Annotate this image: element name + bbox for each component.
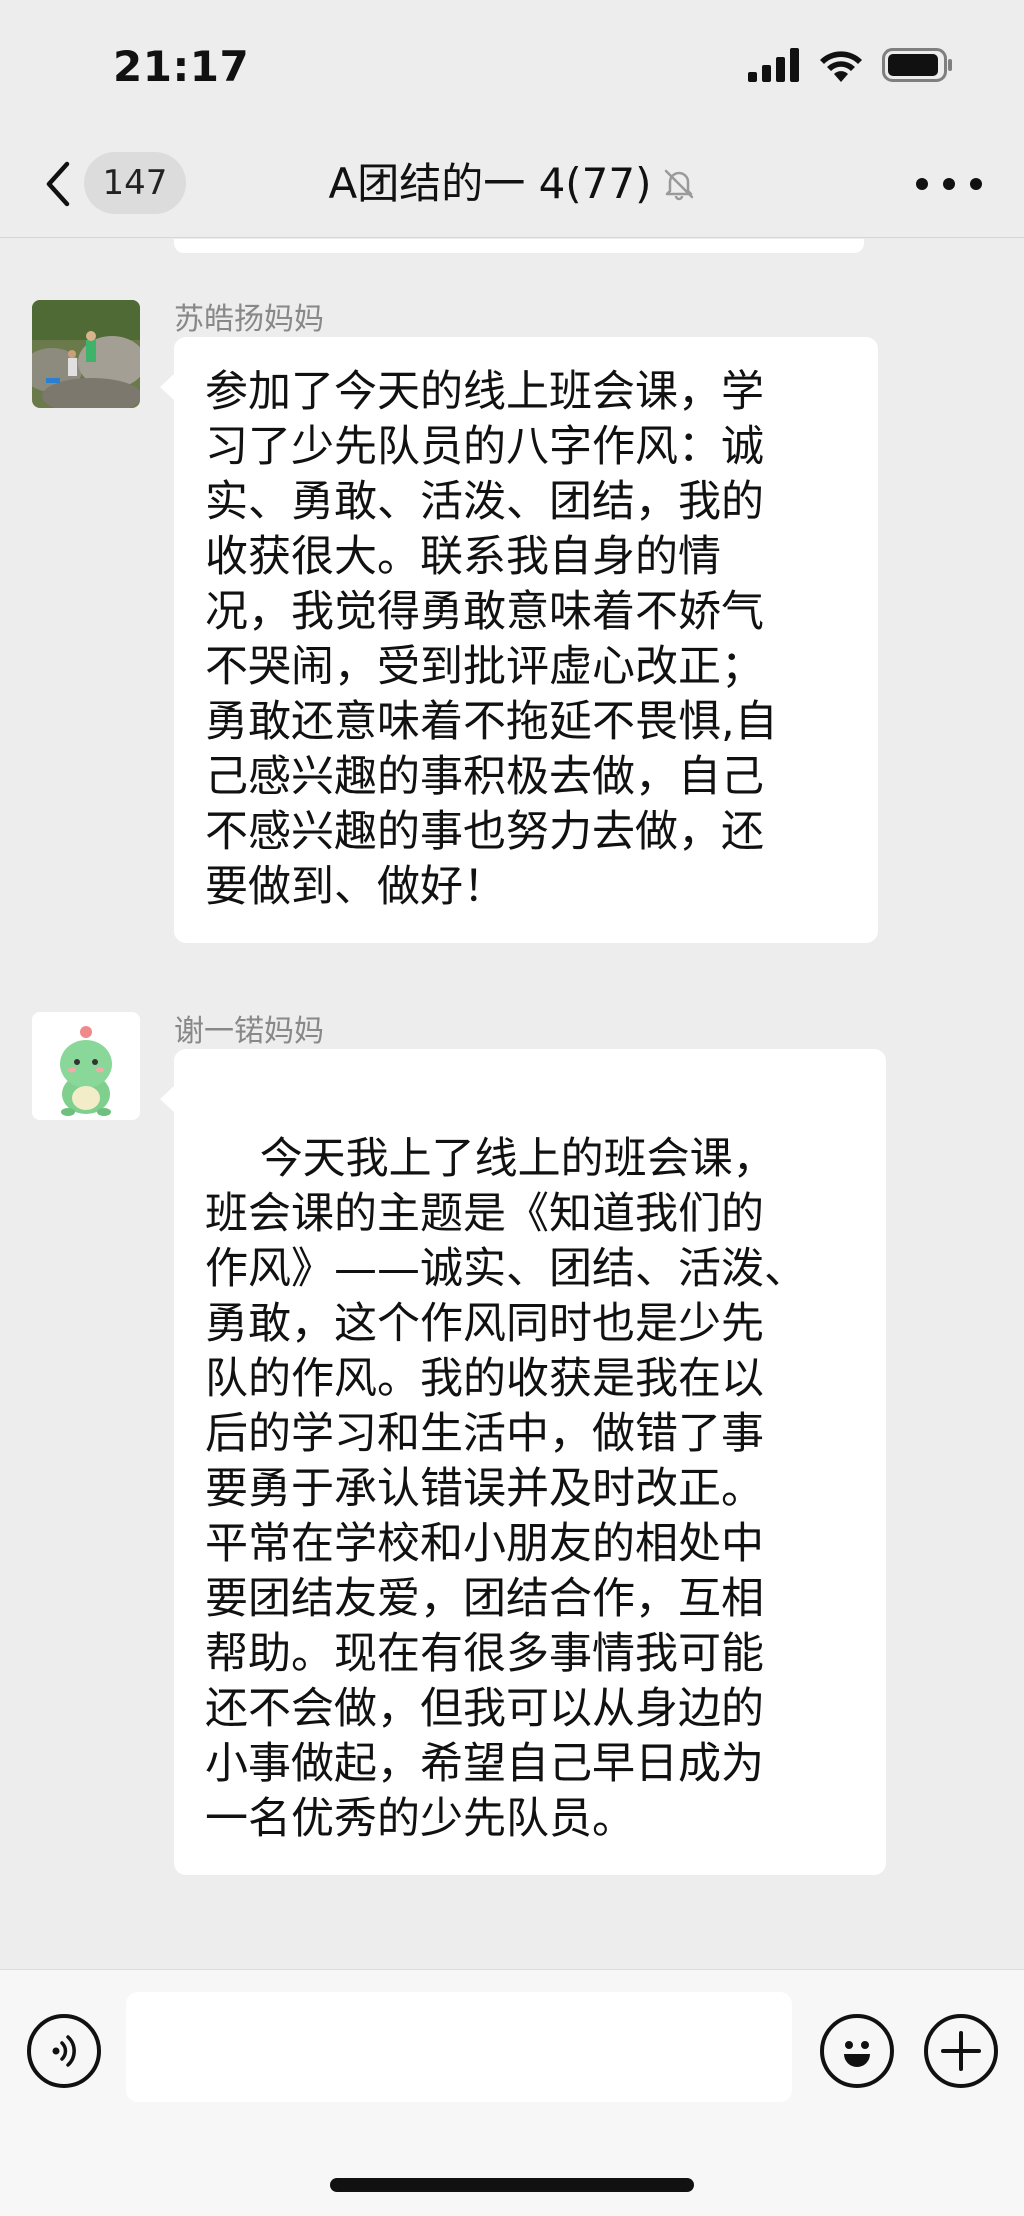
chat-title: A团结的一 4(77)	[328, 159, 652, 208]
avatar-photo	[32, 300, 140, 408]
plus-button[interactable]	[924, 2014, 998, 2088]
voice-icon	[52, 2035, 76, 2067]
home-indicator[interactable]	[330, 2178, 694, 2192]
sender-name: 苏皓扬妈妈	[174, 302, 324, 337]
chat-title-area: A团结的一 4(77)	[0, 154, 1024, 214]
signal-icon	[748, 48, 799, 82]
dinosaur-avatar	[32, 1012, 140, 1120]
nav-bar: 147 A团结的一 4(77)	[0, 130, 1024, 238]
message-list[interactable]: 苏皓扬妈妈 参加了今天的线上班会课，学 习了少先队员的八字作风：诚 实、勇敢、活…	[0, 239, 1024, 1969]
status-time: 21:17	[113, 42, 250, 91]
sender-name: 谢一锘妈妈	[174, 1014, 324, 1049]
emoji-icon	[844, 2041, 870, 2067]
previous-message-bubble	[174, 239, 864, 253]
chat-screen: 21:17 147 A团结的一 4(77) 苏皓扬妈妈 参加了今天的线上班会课，…	[0, 0, 1024, 2216]
message-input[interactable]	[126, 1992, 792, 2102]
plus-icon	[941, 2031, 981, 2071]
voice-button[interactable]	[27, 2014, 101, 2088]
avatar[interactable]	[32, 300, 140, 408]
avatar[interactable]	[32, 1012, 140, 1120]
status-icons	[748, 48, 954, 82]
status-bar: 21:17	[0, 0, 1024, 130]
more-dots-icon[interactable]	[916, 172, 982, 196]
message-bubble[interactable]: 今天我上了线上的班会课， 班会课的主题是《知道我们的 作风》——诚实、团结、活泼…	[160, 1049, 886, 1875]
message-bubble[interactable]: 参加了今天的线上班会课，学 习了少先队员的八字作风：诚 实、勇敢、活泼、团结，我…	[160, 337, 878, 943]
wifi-icon	[820, 51, 862, 82]
battery-icon	[882, 48, 952, 82]
emoji-button[interactable]	[820, 2014, 894, 2088]
mute-bell-icon	[664, 169, 693, 201]
